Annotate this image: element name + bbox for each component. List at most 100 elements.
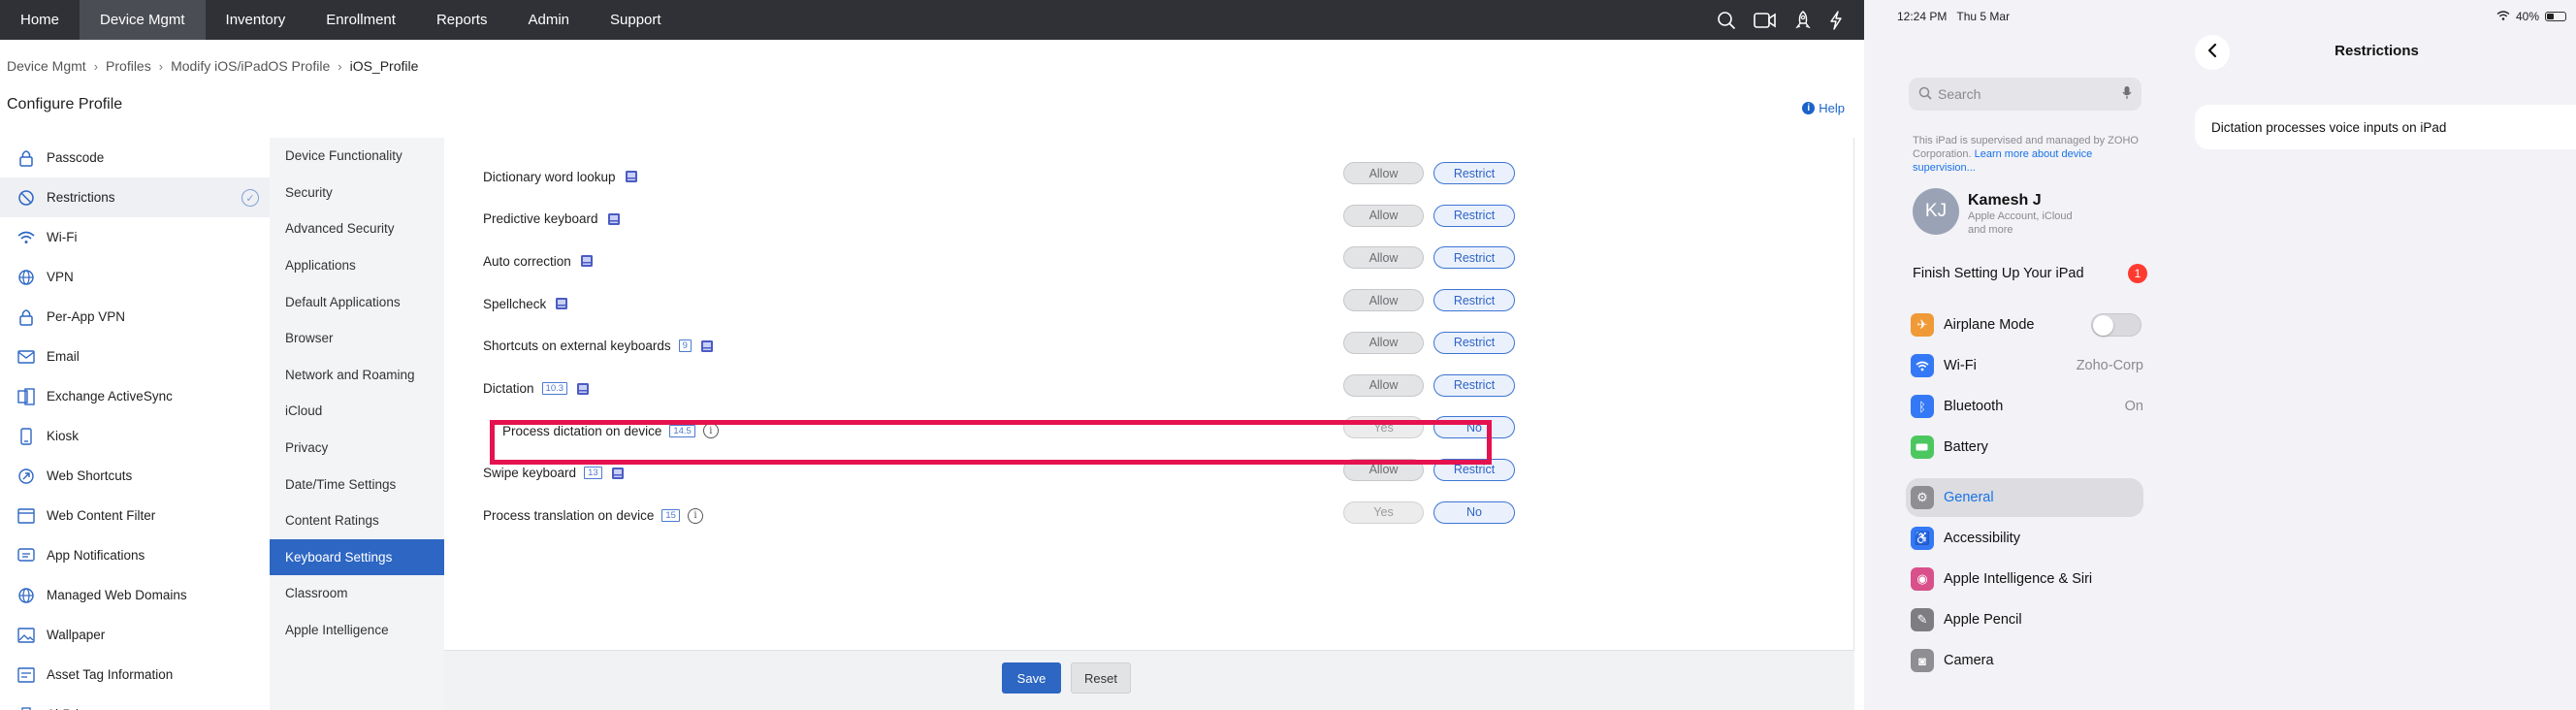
payload-item-label: Wallpaper bbox=[47, 628, 106, 642]
avatar: KJ bbox=[1913, 188, 1959, 235]
payload-item-airprint[interactable]: AirPrint bbox=[0, 694, 270, 710]
bluetooth-icon: ᛒ bbox=[1911, 395, 1934, 418]
option-restrict-button[interactable]: Restrict bbox=[1433, 162, 1515, 184]
nav-enrollment[interactable]: Enrollment bbox=[306, 0, 416, 40]
nav-device-mgmt[interactable]: Device Mgmt bbox=[80, 0, 206, 40]
settings-row-apple-intelligence-siri[interactable]: ◉ Apple Intelligence & Siri bbox=[1911, 560, 2153, 598]
category-applications[interactable]: Applications bbox=[270, 247, 444, 284]
category-advanced-security[interactable]: Advanced Security bbox=[270, 210, 444, 247]
mail-icon bbox=[16, 347, 36, 367]
option-allow-button[interactable]: Allow bbox=[1343, 162, 1424, 184]
settings-row-label: General bbox=[1944, 490, 1994, 505]
exchange-icon bbox=[16, 387, 36, 406]
option-allow-button[interactable]: Allow bbox=[1343, 373, 1424, 397]
payload-item-passcode[interactable]: Passcode bbox=[0, 138, 270, 178]
settings-row-camera[interactable]: ◙ Camera bbox=[1911, 641, 2153, 680]
option-no-button[interactable]: No bbox=[1433, 500, 1515, 524]
breadcrumb-profiles[interactable]: Profiles bbox=[106, 58, 151, 74]
status-bar: 12:24 PM Thu 5 Mar 40% bbox=[1897, 10, 2566, 23]
settings-row-wi-fi[interactable]: Wi-Fi Zoho-Corp bbox=[1911, 346, 2153, 385]
category-classroom[interactable]: Classroom bbox=[270, 575, 444, 612]
settings-sidebar: Search This iPad is supervised and manag… bbox=[1897, 31, 2177, 710]
category-browser[interactable]: Browser bbox=[270, 320, 444, 357]
setting-label: Dictation bbox=[483, 381, 534, 396]
restriction-item[interactable]: Dictation processes voice inputs on iPad bbox=[2195, 105, 2576, 149]
settings-row-accessibility[interactable]: ♿ Accessibility bbox=[1911, 519, 2153, 558]
nav-inventory[interactable]: Inventory bbox=[206, 0, 306, 40]
notification-icon bbox=[16, 546, 36, 565]
settings-row-bluetooth[interactable]: ᛒ Bluetooth On bbox=[1911, 387, 2153, 426]
apple-account-row[interactable]: KJ Kamesh J Apple Account, iCloud and mo… bbox=[1913, 188, 2075, 237]
payload-item-asset-tag-information[interactable]: Asset Tag Information bbox=[0, 655, 270, 694]
category-network-and-roaming[interactable]: Network and Roaming bbox=[270, 357, 444, 394]
video-icon[interactable] bbox=[1754, 12, 1777, 29]
option-restrict-button[interactable]: Restrict bbox=[1433, 331, 1515, 354]
nav-support[interactable]: Support bbox=[590, 0, 682, 40]
settings-row-airplane-mode[interactable]: ✈ Airplane Mode bbox=[1911, 306, 2153, 344]
settings-search-input[interactable]: Search bbox=[1909, 78, 2141, 111]
payload-item-managed-web-domains[interactable]: Managed Web Domains bbox=[0, 575, 270, 615]
option-allow-button[interactable]: Allow bbox=[1343, 289, 1424, 312]
info-icon[interactable]: i bbox=[687, 507, 703, 524]
payload-list: Passcode Restrictions ✓ Wi-Fi VPN Per-App VPN… bbox=[0, 138, 270, 710]
payload-item-app-notifications[interactable]: App Notifications bbox=[0, 535, 270, 575]
settings-row-battery[interactable]: Battery bbox=[1911, 428, 2153, 467]
settings-row-apple-pencil[interactable]: ✎ Apple Pencil bbox=[1911, 600, 2153, 639]
payload-item-web-shortcuts[interactable]: Web Shortcuts bbox=[0, 456, 270, 496]
help-link[interactable]: i Help bbox=[1802, 101, 1845, 115]
option-restrict-button[interactable]: Restrict bbox=[1433, 373, 1515, 397]
restriction-item-label: Dictation processes voice inputs on iPad bbox=[2211, 119, 2447, 135]
settings-row-general[interactable]: ⚙ General bbox=[1906, 478, 2143, 517]
category-date-time-settings[interactable]: Date/Time Settings bbox=[270, 466, 444, 502]
payload-item-label: App Notifications bbox=[47, 548, 145, 563]
payload-item-email[interactable]: Email bbox=[0, 337, 270, 376]
microphone-icon[interactable] bbox=[2122, 85, 2132, 103]
payload-item-web-content-filter[interactable]: Web Content Filter bbox=[0, 496, 270, 535]
setting-row: Dictionary word lookup Allow Restrict bbox=[483, 162, 1540, 191]
option-allow-button[interactable]: Allow bbox=[1343, 204, 1424, 227]
payload-item-wallpaper[interactable]: Wallpaper bbox=[0, 615, 270, 655]
option-restrict-button[interactable]: Restrict bbox=[1433, 204, 1515, 227]
payload-item-restrictions[interactable]: Restrictions ✓ bbox=[0, 178, 270, 217]
payload-item-label: Managed Web Domains bbox=[47, 588, 187, 602]
payload-item-kiosk[interactable]: Kiosk bbox=[0, 416, 270, 456]
airplane-mode-toggle[interactable] bbox=[2091, 313, 2141, 337]
finish-setup-row[interactable]: Finish Setting Up Your iPad 1 bbox=[1913, 264, 2147, 283]
nav-admin[interactable]: Admin bbox=[507, 0, 590, 40]
option-yes-button[interactable]: Yes bbox=[1343, 500, 1424, 524]
search-icon[interactable] bbox=[1717, 11, 1736, 30]
option-restrict-button[interactable]: Restrict bbox=[1433, 289, 1515, 312]
save-button[interactable]: Save bbox=[1002, 662, 1061, 694]
payload-item-label: VPN bbox=[47, 270, 74, 284]
payload-item-vpn[interactable]: VPN bbox=[0, 257, 270, 297]
status-time: 12:24 PM bbox=[1897, 10, 1948, 23]
payload-item-wi-fi[interactable]: Wi-Fi bbox=[0, 217, 270, 257]
category-apple-intelligence[interactable]: Apple Intelligence bbox=[270, 612, 444, 649]
category-device-functionality[interactable]: Device Functionality bbox=[270, 138, 444, 175]
info-icon: i bbox=[1802, 102, 1816, 114]
option-allow-button[interactable]: Allow bbox=[1343, 246, 1424, 270]
option-allow-button[interactable]: Allow bbox=[1343, 331, 1424, 354]
rocket-icon[interactable] bbox=[1794, 10, 1812, 30]
option-restrict-button[interactable]: Restrict bbox=[1433, 246, 1515, 270]
payload-item-label: Exchange ActiveSync bbox=[47, 389, 173, 403]
nav-reports[interactable]: Reports bbox=[416, 0, 508, 40]
payload-item-exchange-activesync[interactable]: Exchange ActiveSync bbox=[0, 376, 270, 416]
payload-item-per-app-vpn[interactable]: Per-App VPN bbox=[0, 297, 270, 337]
top-navigation: Home Device Mgmt Inventory Enrollment Re… bbox=[0, 0, 1864, 40]
category-keyboard-settings[interactable]: Keyboard Settings bbox=[270, 538, 444, 576]
category-security[interactable]: Security bbox=[270, 175, 444, 211]
category-content-ratings[interactable]: Content Ratings bbox=[270, 502, 444, 539]
breadcrumb-modify-profile[interactable]: Modify iOS/iPadOS Profile bbox=[171, 58, 330, 74]
category-default-applications[interactable]: Default Applications bbox=[270, 283, 444, 320]
notification-badge: 1 bbox=[2128, 264, 2147, 283]
reset-button[interactable]: Reset bbox=[1071, 662, 1131, 694]
category-privacy[interactable]: Privacy bbox=[270, 430, 444, 467]
breadcrumb-device-mgmt[interactable]: Device Mgmt bbox=[7, 58, 86, 74]
setting-row: Dictation 10.3 Allow Restrict bbox=[483, 373, 1540, 403]
nav-home[interactable]: Home bbox=[0, 0, 80, 40]
lightning-icon[interactable] bbox=[1829, 10, 1843, 30]
search-placeholder: Search bbox=[1938, 86, 1981, 102]
lock-icon bbox=[16, 307, 36, 327]
category-icloud[interactable]: iCloud bbox=[270, 393, 444, 430]
